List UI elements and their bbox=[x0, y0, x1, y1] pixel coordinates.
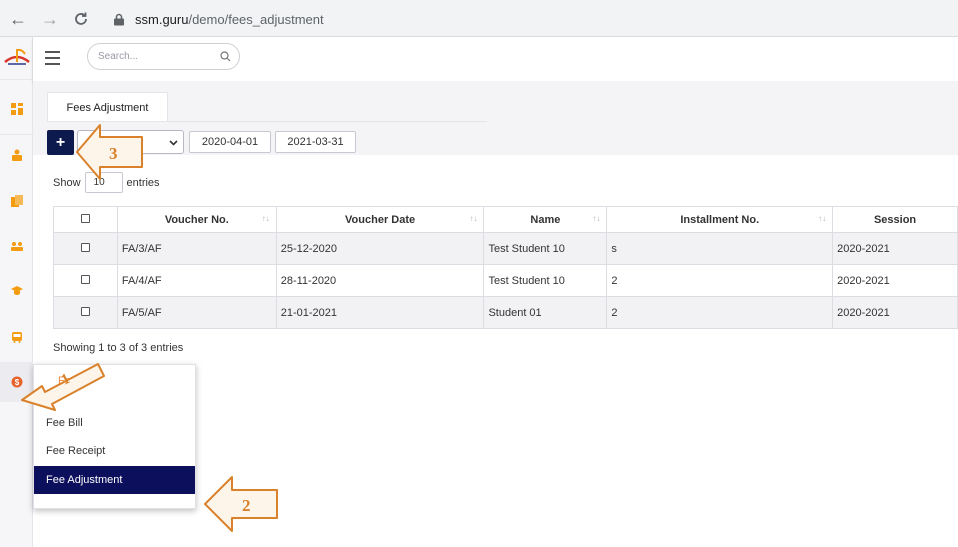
reload-icon[interactable] bbox=[71, 9, 91, 29]
top-bar bbox=[33, 37, 958, 81]
table-row[interactable]: FA/5/AF 21-01-2021 Student 01 2 2020-202… bbox=[53, 296, 958, 329]
forward-arrow-icon[interactable]: → bbox=[40, 9, 60, 29]
annotation-arrow-1: 1 bbox=[21, 363, 105, 411]
column-header-voucher-date[interactable]: Voucher Date ↑↓ bbox=[275, 206, 485, 233]
column-header-installment-no[interactable]: Installment No. ↑↓ bbox=[606, 206, 834, 233]
session-cell: 2020-2021 bbox=[832, 296, 958, 329]
select-all-checkbox[interactable] bbox=[80, 213, 90, 223]
date-to-field[interactable]: 2021-03-31 bbox=[275, 131, 356, 153]
address-bar[interactable]: ssm.guru/demo/fees_adjustment bbox=[103, 6, 958, 33]
tab-fees-adjustment[interactable]: Fees Adjustment bbox=[47, 92, 168, 122]
installment-no-cell: 2 bbox=[606, 296, 834, 329]
column-header-voucher-no[interactable]: Voucher No. ↑↓ bbox=[116, 206, 277, 233]
fees-adjustment-table: Voucher No. ↑↓ Voucher Date ↑↓ Name ↑↓ Inst… bbox=[53, 206, 958, 329]
menu-item-fee-receipt[interactable]: Fee Receipt bbox=[34, 437, 195, 465]
menu-item-fee-adjustment[interactable]: Fee Adjustment bbox=[34, 466, 195, 494]
session-cell: 2020-2021 bbox=[832, 232, 958, 265]
add-button[interactable]: + bbox=[47, 130, 74, 155]
voucher-date-cell: 21-01-2021 bbox=[275, 296, 485, 329]
date-from-field[interactable]: 2020-04-01 bbox=[189, 131, 271, 153]
sort-icon[interactable]: ↑↓ bbox=[469, 214, 477, 223]
row-select-cell bbox=[53, 264, 118, 297]
url-host: ssm.guru bbox=[135, 12, 189, 27]
column-header-name[interactable]: Name ↑↓ bbox=[483, 206, 608, 233]
app-logo[interactable] bbox=[0, 41, 33, 73]
session-cell: 2020-2021 bbox=[832, 264, 958, 297]
table-row[interactable]: FA/3/AF 25-12-2020 Test Student 10 s 202… bbox=[53, 232, 958, 265]
search-icon[interactable] bbox=[220, 51, 231, 62]
voucher-no-cell: FA/5/AF bbox=[116, 296, 277, 329]
installment-no-cell: 2 bbox=[606, 264, 834, 297]
filter-toolbar: + 2020-04-01 2021-03-31 bbox=[33, 125, 958, 155]
select-all-header bbox=[53, 206, 118, 233]
column-header-session[interactable]: Session bbox=[832, 206, 958, 233]
search-box[interactable] bbox=[87, 43, 240, 70]
dashboard-icon[interactable] bbox=[0, 89, 33, 129]
row-checkbox[interactable] bbox=[80, 274, 90, 284]
row-checkbox[interactable] bbox=[80, 306, 90, 316]
search-input[interactable] bbox=[98, 51, 213, 62]
voucher-date-cell: 28-11-2020 bbox=[275, 264, 485, 297]
sort-icon[interactable]: ↑↓ bbox=[592, 214, 600, 223]
sort-icon[interactable]: ↑↓ bbox=[262, 214, 270, 223]
documents-icon[interactable] bbox=[0, 181, 33, 221]
voucher-date-cell: 25-12-2020 bbox=[275, 232, 485, 265]
row-select-cell bbox=[53, 232, 118, 265]
sort-icon[interactable]: ↑↓ bbox=[818, 214, 826, 223]
browser-toolbar: ← → ssm.guru/demo/fees_adjustment bbox=[0, 0, 958, 37]
lock-icon bbox=[114, 13, 124, 26]
staff-icon[interactable] bbox=[0, 135, 33, 175]
sidebar: $ bbox=[0, 37, 33, 547]
graduation-cap-icon[interactable] bbox=[0, 271, 33, 311]
annotation-arrow-2: 2 bbox=[204, 476, 278, 532]
url-path: /demo/fees_adjustment bbox=[188, 12, 324, 27]
row-checkbox[interactable] bbox=[80, 242, 90, 252]
annotation-arrow-3: 3 bbox=[76, 124, 143, 180]
name-cell: Student 01 bbox=[483, 296, 608, 329]
students-icon[interactable] bbox=[0, 226, 33, 266]
tab-strip: Fees Adjustment bbox=[33, 81, 958, 125]
name-cell: Test Student 10 bbox=[483, 232, 608, 265]
voucher-no-cell: FA/4/AF bbox=[116, 264, 277, 297]
annotation-label-2: 2 bbox=[242, 496, 251, 515]
hamburger-menu-icon[interactable] bbox=[45, 51, 60, 65]
chevron-down-icon bbox=[169, 140, 178, 146]
table-header-row: Voucher No. ↑↓ Voucher Date ↑↓ Name ↑↓ Inst… bbox=[53, 206, 958, 233]
back-arrow-icon[interactable]: ← bbox=[8, 9, 28, 29]
table-row[interactable]: FA/4/AF 28-11-2020 Test Student 10 2 202… bbox=[53, 264, 958, 297]
annotation-label-3: 3 bbox=[109, 144, 118, 163]
row-select-cell bbox=[53, 296, 118, 329]
name-cell: Test Student 10 bbox=[483, 264, 608, 297]
voucher-no-cell: FA/3/AF bbox=[116, 232, 277, 265]
installment-no-cell: s bbox=[606, 232, 834, 265]
